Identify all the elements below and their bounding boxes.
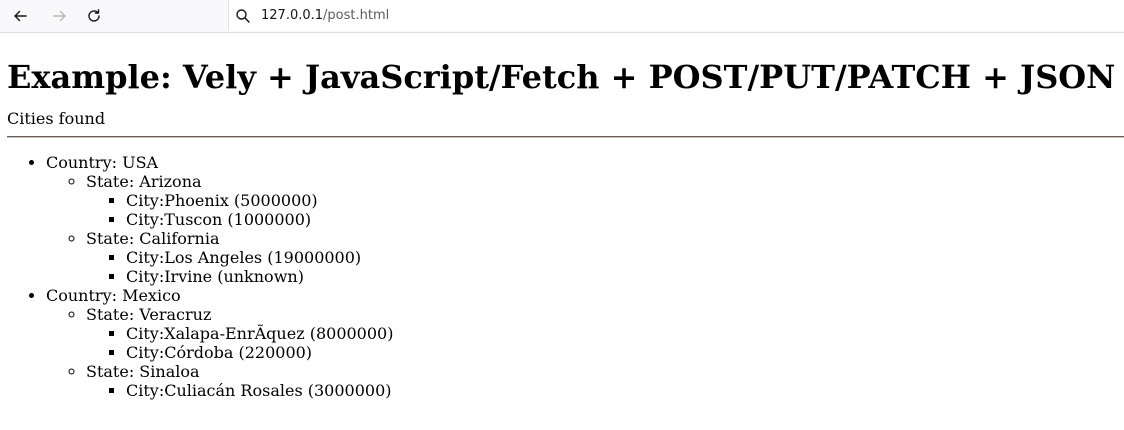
- divider: [7, 136, 1124, 138]
- forward-button[interactable]: [48, 4, 72, 28]
- reload-button[interactable]: [82, 4, 106, 28]
- state-item: State: Sinaloa City:Culiacán Rosales (30…: [86, 362, 1124, 400]
- page-title: Example: Vely + JavaScript/Fetch + POST/…: [7, 58, 1116, 96]
- city-list: City:Xalapa-EnrÃ­quez (8000000) City:Cór…: [86, 324, 1124, 362]
- state-label: State: Veracruz: [86, 305, 212, 324]
- country-label: Country: USA: [46, 153, 159, 172]
- back-arrow-icon: [14, 10, 27, 22]
- country-item: Country: Mexico State: Veracruz City:Xal…: [46, 286, 1124, 400]
- url-host: 127.0.0.1: [261, 8, 324, 23]
- url-text[interactable]: 127.0.0.1/post.html: [261, 8, 389, 23]
- city-list: City:Phoenix (5000000) City:Tuscon (1000…: [86, 191, 1124, 229]
- url-path: /post.html: [323, 8, 390, 23]
- country-item: Country: USA State: Arizona City:Phoenix…: [46, 153, 1124, 286]
- forward-arrow-icon: [53, 10, 66, 22]
- state-item: State: Veracruz City:Xalapa-EnrÃ­quez (8…: [86, 305, 1124, 362]
- state-item: State: California City:Los Angeles (1900…: [86, 229, 1124, 286]
- page-content: Example: Vely + JavaScript/Fetch + POST/…: [0, 57, 1124, 400]
- state-list: State: Arizona City:Phoenix (5000000) Ci…: [46, 172, 1124, 286]
- city-item: City:Córdoba (220000): [126, 343, 1124, 362]
- state-label: State: California: [86, 229, 220, 248]
- city-item: City:Los Angeles (19000000): [126, 248, 1124, 267]
- state-list: State: Veracruz City:Xalapa-EnrÃ­quez (8…: [46, 305, 1124, 400]
- city-list: City:Los Angeles (19000000) City:Irvine …: [86, 248, 1124, 286]
- address-bar[interactable]: 127.0.0.1/post.html: [228, 0, 1124, 31]
- country-label: Country: Mexico: [46, 286, 181, 305]
- state-label: State: Arizona: [86, 172, 202, 191]
- country-list: Country: USA State: Arizona City:Phoenix…: [0, 153, 1124, 400]
- city-item: City:Tuscon (1000000): [126, 210, 1124, 229]
- state-label: State: Sinaloa: [86, 362, 200, 381]
- city-item: City:Irvine (unknown): [126, 267, 1124, 286]
- search-icon: [236, 8, 250, 23]
- state-item: State: Arizona City:Phoenix (5000000) Ci…: [86, 172, 1124, 229]
- page-subtitle: Cities found: [7, 109, 106, 128]
- city-item: City:Xalapa-EnrÃ­quez (8000000): [126, 324, 1124, 343]
- browser-toolbar: 127.0.0.1/post.html: [0, 0, 1124, 33]
- back-button[interactable]: [8, 4, 32, 28]
- city-item: City:Phoenix (5000000): [126, 191, 1124, 210]
- city-list: City:Culiacán Rosales (3000000): [86, 381, 1124, 400]
- city-item: City:Culiacán Rosales (3000000): [126, 381, 1124, 400]
- reload-icon: [88, 9, 100, 22]
